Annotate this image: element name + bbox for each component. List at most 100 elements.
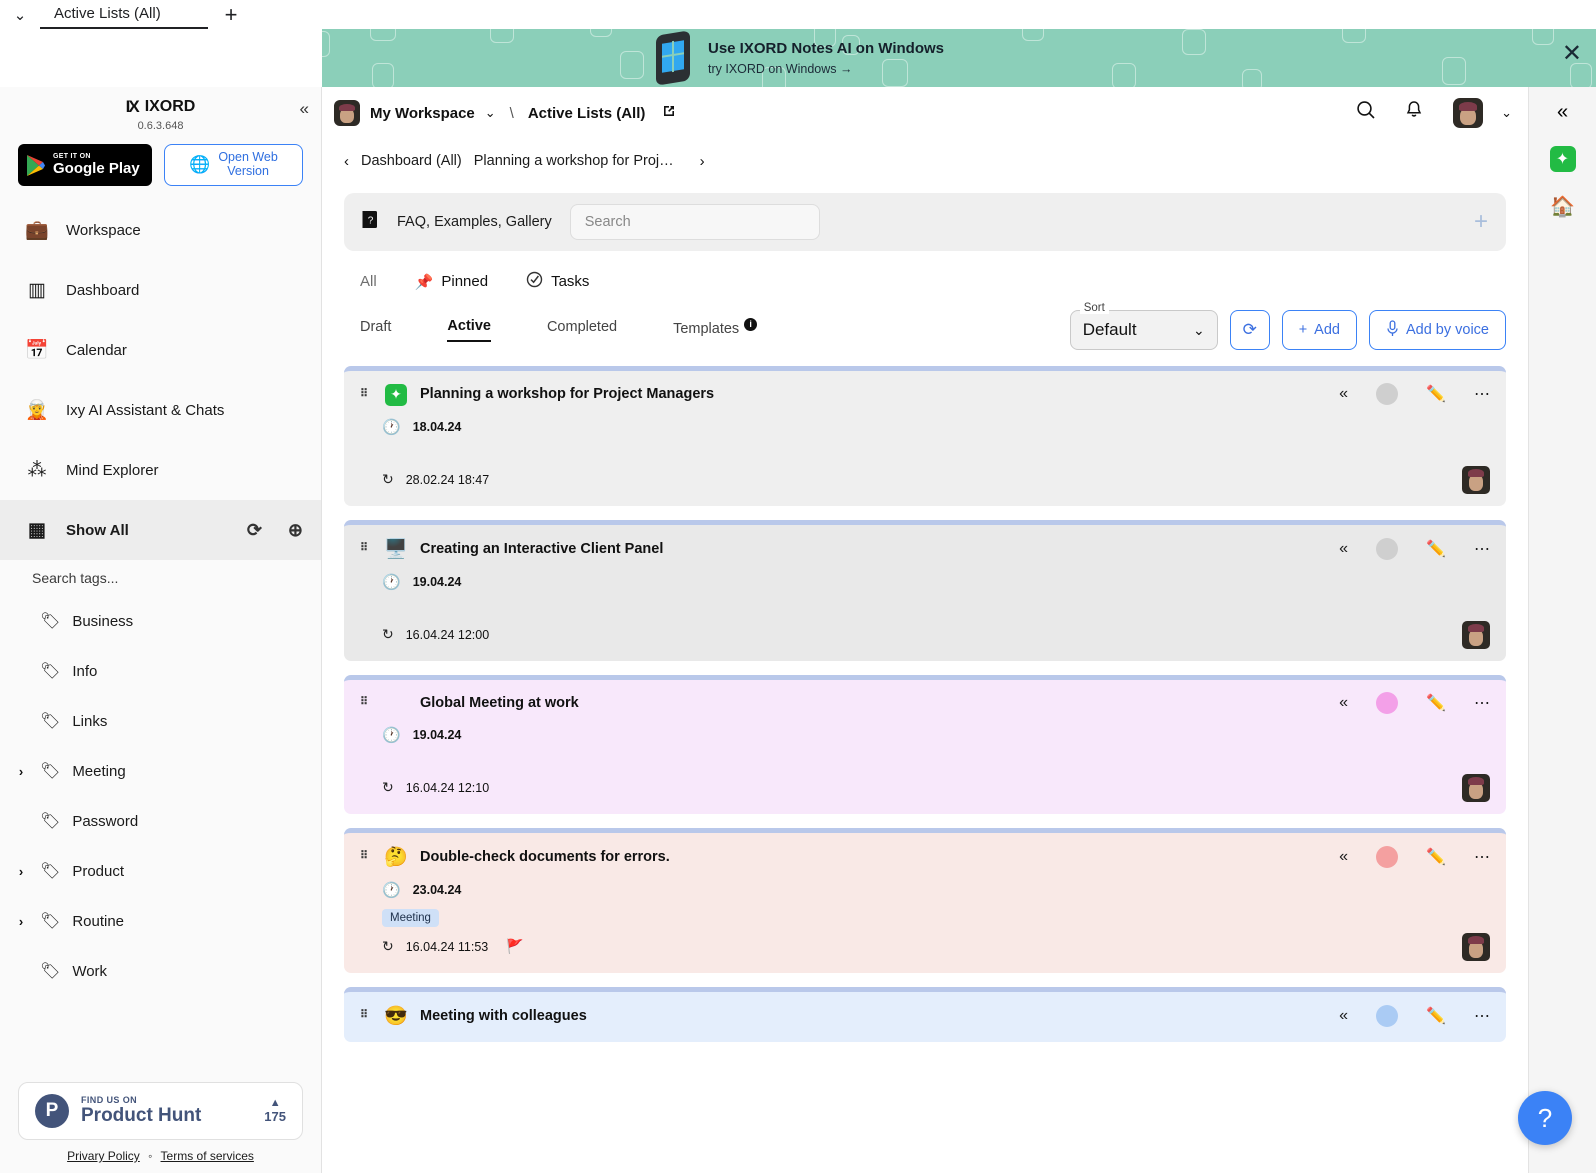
breadcrumb-forward-icon[interactable]: ›: [700, 153, 705, 170]
google-play-button[interactable]: GET IT ON Google Play: [18, 144, 152, 186]
tag-item-business[interactable]: › 🏷 Business: [0, 596, 321, 646]
tab-completed[interactable]: Completed: [547, 319, 617, 341]
status-dot-button[interactable]: [1376, 537, 1399, 560]
search-input[interactable]: Search: [569, 204, 820, 240]
chevron-right-icon[interactable]: ›: [14, 914, 28, 929]
tag-item-work[interactable]: › 🏷 Work: [0, 946, 321, 996]
add-button[interactable]: + Add: [1281, 310, 1357, 350]
add-by-voice-button[interactable]: Add by voice: [1368, 310, 1506, 350]
more-options-icon[interactable]: ⋯: [1474, 539, 1490, 559]
tag-item-links[interactable]: › 🏷 Links: [0, 696, 321, 746]
avatar[interactable]: [1462, 773, 1490, 802]
list-item[interactable]: ⠿ 🤔 Double-check documents for errors. «…: [344, 827, 1506, 973]
open-external-icon[interactable]: [661, 103, 677, 123]
add-icon[interactable]: +: [1474, 208, 1488, 236]
tab-draft[interactable]: Draft: [360, 319, 391, 341]
edit-icon[interactable]: ✏️: [1426, 539, 1446, 559]
tag-item-routine[interactable]: › 🏷 Routine: [0, 896, 321, 946]
tab-list-chevron-icon[interactable]: ⌄: [0, 0, 40, 29]
status-dot-button[interactable]: [1376, 691, 1399, 714]
brand-row: IX IXORD 0.6.3.648 «: [0, 87, 321, 132]
collapse-card-icon[interactable]: «: [1339, 385, 1348, 403]
more-options-icon[interactable]: ⋯: [1474, 384, 1490, 404]
tag-item-password[interactable]: › 🏷 Password: [0, 796, 321, 846]
home-icon[interactable]: 🏠: [1550, 194, 1575, 219]
avatar[interactable]: [1453, 98, 1484, 128]
more-options-icon[interactable]: ⋯: [1474, 847, 1490, 867]
collapse-card-icon[interactable]: «: [1339, 848, 1348, 866]
add-icon[interactable]: ⊕: [288, 520, 303, 541]
terms-of-service-link[interactable]: Terms of services: [161, 1149, 254, 1163]
refresh-icon[interactable]: ⟳: [247, 520, 262, 541]
search-icon[interactable]: [1355, 99, 1377, 127]
sidebar-item-show-all[interactable]: ▦ Show All ⟳ ⊕: [0, 500, 321, 560]
help-button[interactable]: ?: [1518, 1091, 1572, 1145]
tag-search-input[interactable]: Search tags...: [0, 560, 321, 596]
tag-item-meeting[interactable]: › 🏷 Meeting: [0, 746, 321, 796]
sort-select[interactable]: Sort Default ⌄: [1069, 302, 1218, 350]
sidebar-item-dashboard[interactable]: ▥ Dashboard: [0, 260, 321, 320]
filter-pinned[interactable]: 📌 Pinned: [415, 273, 488, 291]
collapse-card-icon[interactable]: «: [1339, 1007, 1348, 1025]
sidebar-item-workspace[interactable]: 💼 Workspace: [0, 200, 321, 260]
list-item[interactable]: ⠿ 🖥️ Creating an Interactive Client Pane…: [344, 519, 1506, 661]
account-chevron-down-icon[interactable]: ⌄: [1501, 105, 1512, 121]
edit-icon[interactable]: ✏️: [1426, 1006, 1446, 1026]
avatar[interactable]: [1462, 620, 1490, 649]
drag-handle-icon[interactable]: ⠿: [360, 851, 372, 862]
workspace-avatar[interactable]: [334, 100, 360, 126]
faq-examples-gallery-link[interactable]: FAQ, Examples, Gallery: [397, 214, 552, 230]
breadcrumb-back-icon[interactable]: ‹: [344, 153, 349, 170]
chevron-right-icon[interactable]: ›: [14, 864, 28, 879]
product-hunt-badge[interactable]: P FIND US ON Product Hunt ▲ 175: [18, 1082, 303, 1140]
browser-tab-active[interactable]: Active Lists (All): [40, 0, 208, 29]
avatar[interactable]: [1462, 465, 1490, 494]
sidebar-item-calendar[interactable]: 📅 Calendar: [0, 320, 321, 380]
workspace-name[interactable]: My Workspace: [370, 105, 475, 122]
flag-icon[interactable]: 🚩: [506, 938, 523, 955]
breadcrumb-item-dashboard[interactable]: Dashboard (All): [361, 153, 462, 169]
bell-icon[interactable]: [1403, 99, 1425, 127]
drag-handle-icon[interactable]: ⠿: [360, 388, 372, 399]
info-icon[interactable]: i: [744, 317, 758, 331]
chevron-down-icon[interactable]: ⌄: [485, 105, 496, 121]
notes-app-icon[interactable]: ✦: [1549, 146, 1576, 172]
tab-active[interactable]: Active: [447, 318, 491, 342]
status-dot-button[interactable]: [1376, 845, 1399, 868]
status-dot-button[interactable]: [1376, 1004, 1399, 1027]
privacy-policy-link[interactable]: Privary Policy: [67, 1149, 140, 1163]
avatar[interactable]: [1462, 932, 1490, 961]
collapse-right-rail-icon[interactable]: «: [1557, 101, 1568, 124]
collapse-card-icon[interactable]: «: [1339, 540, 1348, 558]
close-icon[interactable]: ✕: [1562, 42, 1582, 66]
filter-tasks[interactable]: Tasks: [526, 271, 589, 292]
collapse-sidebar-icon[interactable]: «: [300, 99, 309, 119]
list-item[interactable]: ⠿ ✦ Planning a workshop for Project Mana…: [344, 366, 1506, 506]
edit-icon[interactable]: ✏️: [1426, 384, 1446, 404]
drag-handle-icon[interactable]: ⠿: [360, 697, 372, 708]
refresh-button[interactable]: ⟳: [1229, 310, 1270, 350]
drag-handle-icon[interactable]: ⠿: [360, 1010, 372, 1021]
open-web-version-button[interactable]: 🌐 Open Web Version: [164, 144, 303, 186]
sidebar-item-mind-explorer[interactable]: ⁂ Mind Explorer: [0, 440, 321, 500]
list-item[interactable]: ⠿ Global Meeting at work « ✏️ ⋯ 🕐 19.04.…: [344, 674, 1506, 814]
filter-all[interactable]: All: [360, 273, 377, 290]
tag-item-product[interactable]: › 🏷 Product: [0, 846, 321, 896]
collapse-card-icon[interactable]: «: [1339, 694, 1348, 712]
sidebar-item-ixy-ai-assistant[interactable]: 🧝 Ixy AI Assistant & Chats: [0, 380, 321, 440]
status-dot-button[interactable]: [1376, 383, 1399, 406]
list-item[interactable]: ⠿ 😎 Meeting with colleagues « ✏️ ⋯: [344, 986, 1506, 1042]
drag-handle-icon[interactable]: ⠿: [360, 543, 372, 554]
add-label: Add: [1314, 322, 1340, 338]
tag-item-info[interactable]: › 🏷 Info: [0, 646, 321, 696]
tag-chip[interactable]: Meeting: [382, 908, 439, 927]
more-options-icon[interactable]: ⋯: [1474, 1006, 1490, 1026]
new-tab-button[interactable]: +: [208, 0, 254, 29]
edit-icon[interactable]: ✏️: [1426, 847, 1446, 867]
edit-icon[interactable]: ✏️: [1426, 693, 1446, 713]
tab-templates[interactable]: Templates i: [673, 317, 758, 343]
breadcrumb-item-current[interactable]: Planning a workshop for Proj…: [474, 153, 674, 169]
chevron-right-icon[interactable]: ›: [14, 764, 28, 779]
banner-subtitle-link[interactable]: try IXORD on Windows →: [708, 62, 944, 76]
more-options-icon[interactable]: ⋯: [1474, 693, 1490, 713]
